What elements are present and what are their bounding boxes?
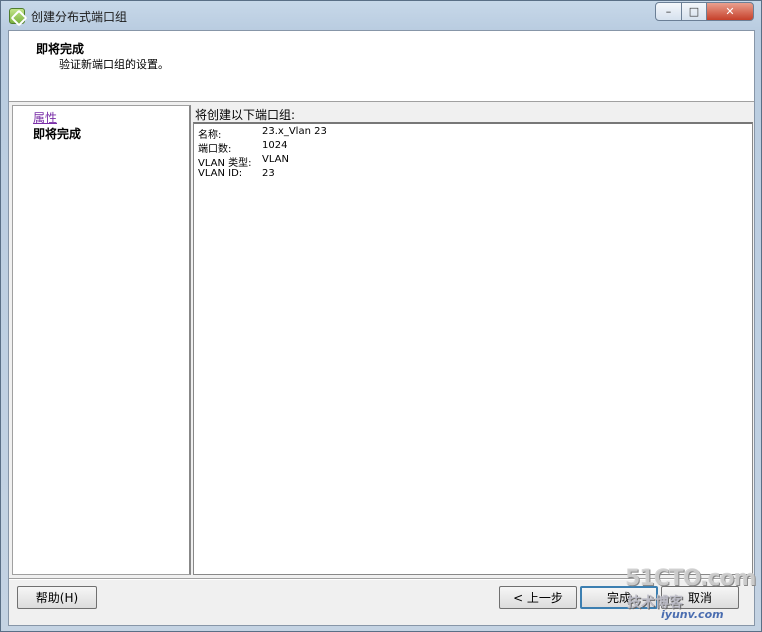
minimize-icon: – — [665, 5, 672, 18]
dialog-window: 创建分布式端口组 – □ ✕ 即将完成 验证新端口组的设置。 属性 即将完成 将… — [0, 0, 762, 632]
summary-key: VLAN ID: — [198, 168, 243, 179]
window-title: 创建分布式端口组 — [31, 10, 128, 24]
summary-value: 23 — [262, 168, 275, 179]
maximize-icon: □ — [688, 5, 700, 18]
minimize-button[interactable]: – — [655, 2, 682, 21]
help-button[interactable]: 帮助(H) — [17, 586, 97, 609]
footer-divider — [9, 578, 754, 580]
app-icon — [9, 8, 25, 24]
wizard-steps-panel: 属性 即将完成 — [12, 105, 191, 575]
page-subtitle: 验证新端口组的设置。 — [59, 58, 169, 71]
summary-value: 23.x_Vlan 23 — [262, 126, 327, 137]
cancel-button[interactable]: 取消 — [661, 586, 739, 609]
back-button[interactable]: < 上一步 — [499, 586, 577, 609]
page-title: 即将完成 — [36, 42, 85, 56]
summary-key: 端口数: — [198, 144, 232, 155]
maximize-button[interactable]: □ — [681, 2, 707, 21]
step-ready-to-complete: 即将完成 — [33, 127, 82, 141]
title-bar[interactable]: 创建分布式端口组 – □ ✕ — [1, 1, 761, 31]
summary-value: VLAN — [262, 154, 289, 165]
summary-label: 将创建以下端口组: — [195, 108, 296, 122]
step-properties-link[interactable]: 属性 — [33, 109, 57, 126]
wizard-header: 即将完成 验证新端口组的设置。 — [9, 31, 754, 102]
summary-value: 1024 — [262, 140, 288, 151]
dialog-client-area: 即将完成 验证新端口组的设置。 属性 即将完成 将创建以下端口组: 名称: 23… — [8, 30, 755, 626]
finish-button[interactable]: 完成 — [580, 586, 658, 609]
summary-box: 名称: 23.x_Vlan 23 端口数: 1024 VLAN 类型: VLAN… — [193, 122, 753, 575]
close-icon: ✕ — [725, 5, 735, 18]
summary-key: 名称: — [198, 130, 222, 141]
summary-key: VLAN 类型: — [198, 158, 252, 169]
close-button[interactable]: ✕ — [706, 2, 754, 21]
